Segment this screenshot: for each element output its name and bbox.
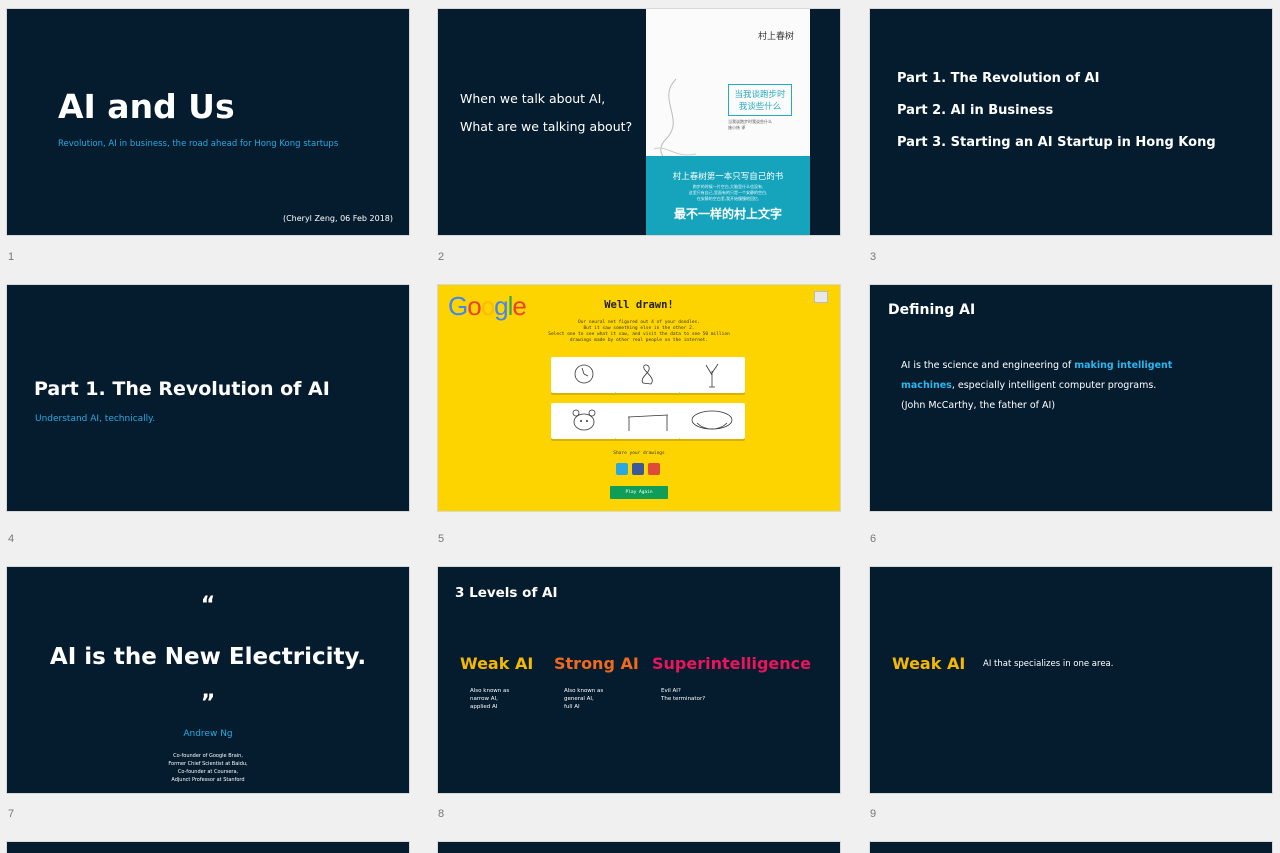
doodle-heading: Well drawn!: [604, 299, 674, 311]
level-weak-ai-desc: Also known as narrow AI, applied AI: [470, 687, 509, 711]
doodle-face-icon: [572, 409, 596, 431]
slide-6-body: AI is the science and engineering of mak…: [901, 356, 1211, 416]
slide-number: 2: [438, 251, 445, 263]
slide-7-quote: AI is the New Electricity.: [49, 644, 367, 670]
doodle-desc-3: Select one to see what it saw, and visit…: [548, 332, 730, 337]
book-teal-banner: 村上春树第一本只写自己的书 跑步的时候一片空白,大脑里什么也没有, 这里只有自己…: [646, 156, 810, 235]
slide-6-thumbnail[interactable]: Defining AI AI is the science and engine…: [870, 285, 1272, 511]
book-big-text: 最不一样的村上文字: [673, 207, 782, 221]
slide-12-thumbnail[interactable]: [870, 842, 1272, 853]
doodle-tree-icon: [705, 363, 719, 388]
slide-number: 1: [8, 251, 15, 263]
slide-7-thumbnail[interactable]: “ AI is the New Electricity. ” Andrew Ng…: [7, 567, 409, 793]
slide-8-thumbnail[interactable]: 3 Levels of AI Weak AI Also known as narr…: [438, 567, 840, 793]
body-highlight-1: making intelligent: [1074, 360, 1173, 371]
slide-1-footer: (Cheryl Zeng, 06 Feb 2018): [282, 214, 393, 223]
book-cover-image: 村上春树 当我谈跑步时 我谈些什么 当我谈跑步时我谈些什么 施小炜 译 村上春树…: [646, 9, 810, 235]
desc-line: Also known as: [564, 688, 604, 694]
book-banner-title: 村上春树第一本只写自己的书: [672, 172, 784, 182]
level-superintelligence: Superintelligence: [652, 654, 811, 673]
quote-author: Andrew Ng: [183, 729, 233, 739]
doodle-desc-1: Our neural net figured out 4 of your doo…: [578, 320, 700, 325]
slide-1-subtitle: Revolution, AI in business, the road ahe…: [58, 139, 339, 149]
desc-line: narrow AI,: [470, 696, 498, 702]
slide-number: 5: [438, 533, 445, 545]
level-weak-ai: Weak AI: [460, 654, 534, 673]
desc-line: The terminator?: [661, 696, 706, 702]
slide-number: 8: [438, 808, 445, 820]
doodle-snail-icon: [641, 364, 653, 385]
book-small-line2: 施小炜 译: [728, 125, 746, 130]
facebook-share-icon[interactable]: [632, 463, 644, 475]
level-strong-ai-desc: Also known as general AI, full AI: [564, 687, 603, 711]
open-quote-mark: “: [200, 593, 216, 618]
body-text: AI is the science and engineering of: [901, 360, 1075, 371]
slide-2-line1: When we talk about AI,: [460, 91, 606, 106]
author-role-1: Co-founder of Google Brain,: [173, 753, 243, 759]
book-banner-sub3: 在安静的空白里,我开始慢慢地回忆,: [696, 196, 760, 201]
desc-line: Evil AI?: [661, 688, 681, 694]
slide-11-thumbnail[interactable]: [438, 842, 840, 853]
author-role-4: Adjunct Professor at Stanford: [171, 777, 245, 783]
slide-6-title: Defining AI: [888, 302, 976, 318]
body-citation: (John McCarthy, the father of AI): [901, 400, 1056, 411]
doodle-clock-icon: [574, 364, 594, 384]
slide-number: 6: [870, 533, 877, 545]
book-title-box: 当我谈跑步时 我谈些什么: [728, 84, 792, 116]
desc-line: applied AI: [470, 704, 498, 710]
agenda-item-3: Part 3. Starting an AI Startup in Hong K…: [897, 135, 1216, 150]
slide-4-thumbnail[interactable]: Part 1. The Revolution of AI Understand …: [7, 285, 409, 511]
slide-9-definition: AI that specializes in one area.: [983, 659, 1114, 669]
slide-number: 4: [8, 533, 15, 545]
slide-8-title: 3 Levels of AI: [455, 585, 558, 601]
slide-number: 3: [870, 251, 877, 263]
slide-number: 9: [870, 808, 877, 820]
doodle-card[interactable]: [615, 357, 681, 393]
slide-4-title: Part 1. The Revolution of AI: [34, 378, 330, 400]
level-superintelligence-desc: Evil AI? The terminator?: [661, 687, 705, 703]
author-role-3: Co-founder at Coursera,: [177, 769, 239, 775]
slide-4-subtitle: Understand AI, technically.: [35, 414, 156, 424]
doodle-hat-icon: [691, 410, 733, 430]
doodle-card[interactable]: [551, 403, 617, 439]
slide-2-thumbnail[interactable]: When we talk about AI, What are we talki…: [438, 9, 840, 235]
doodle-card[interactable]: [679, 357, 745, 393]
slide-2-line2: What are we talking about?: [460, 119, 633, 134]
slide-10-thumbnail[interactable]: [7, 842, 409, 853]
desc-line: full AI: [564, 704, 580, 710]
desc-line: general AI,: [564, 696, 594, 702]
doodle-desc-4: drawings made by other real people on th…: [569, 338, 709, 343]
desc-line: Also known as: [470, 688, 510, 694]
book-title-line1: 当我谈跑步时: [734, 90, 786, 100]
slide-1-title: AI and Us: [58, 87, 235, 126]
doodle-bench-icon: [627, 414, 669, 431]
body-highlight-2: machines: [901, 380, 952, 391]
agenda-item-1: Part 1. The Revolution of AI: [897, 71, 1100, 86]
close-quote-mark: ”: [200, 691, 216, 716]
body-text-post: , especially intelligent computer progra…: [951, 380, 1157, 391]
twitter-share-icon[interactable]: [616, 463, 628, 475]
book-title-line2: 我谈些什么: [738, 102, 782, 112]
googleplus-share-icon[interactable]: [648, 463, 660, 475]
level-strong-ai: Strong AI: [554, 654, 639, 673]
doodle-card[interactable]: [551, 357, 617, 393]
slide-9-thumbnail[interactable]: Weak AI AI that specializes in one area.: [870, 567, 1272, 793]
slide-5-thumbnail[interactable]: Google Well drawn! Our neural net figure…: [438, 285, 840, 511]
share-label: Share your drawings: [613, 451, 665, 456]
slide-3-thumbnail[interactable]: Part 1. The Revolution of AI Part 2. AI …: [870, 9, 1272, 235]
book-author: 村上春树: [757, 32, 794, 42]
doodle-card[interactable]: [679, 403, 745, 439]
agenda-item-2: Part 2. AI in Business: [897, 103, 1054, 118]
author-role-2: Former Chief Scientist at Baidu,: [168, 761, 248, 767]
doodle-desc-2: But it saw something else in the other 2…: [583, 326, 695, 331]
slide-9-term: Weak AI: [892, 654, 966, 673]
slide-1-thumbnail[interactable]: AI and Us Revolution, AI in business, th…: [7, 9, 409, 235]
play-again-button[interactable]: Play Again: [610, 486, 668, 499]
slide-number: 7: [8, 808, 15, 820]
doodle-card[interactable]: [615, 403, 681, 439]
